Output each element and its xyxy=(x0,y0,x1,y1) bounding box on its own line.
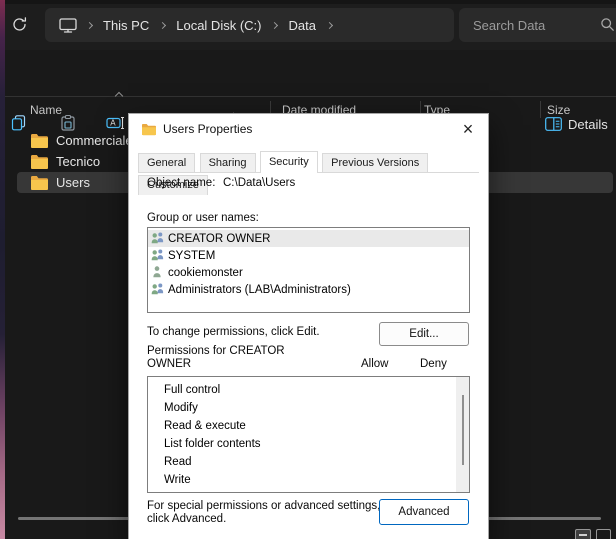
group-name: CREATOR OWNER xyxy=(168,233,270,245)
search-box xyxy=(459,8,616,42)
permission-row-read-execute[interactable]: Read & execute xyxy=(148,417,456,435)
folder-icon xyxy=(141,123,157,141)
dialog-titlebar: Users Properties × xyxy=(129,114,488,146)
permission-row-full-control[interactable]: Full control xyxy=(148,381,456,399)
dialog-title: Users Properties xyxy=(163,122,252,136)
folder-icon xyxy=(30,175,49,190)
file-name: Commerciale xyxy=(56,133,133,148)
user-name: cookiemonster xyxy=(168,267,243,279)
object-name-value: C:\Data\Users xyxy=(223,177,295,189)
permission-row-list-folder-contents[interactable]: List folder contents xyxy=(148,435,456,453)
group-name: Administrators (LAB\Administrators) xyxy=(168,284,351,296)
vertical-scrollbar[interactable] xyxy=(456,377,469,492)
advanced-hint-text: For special permissions or advanced sett… xyxy=(147,500,380,526)
breadcrumb-chevron-icon xyxy=(86,21,93,28)
list-item-administrators[interactable]: Administrators (LAB\Administrators) xyxy=(148,281,469,298)
users-properties-dialog: Users Properties × General Sharing Secur… xyxy=(128,113,489,539)
list-item-cookiemonster[interactable]: cookiemonster xyxy=(148,264,469,281)
breadcrumb-item-this-pc[interactable]: This PC xyxy=(99,18,153,33)
scrollbar-thumb[interactable] xyxy=(462,395,464,465)
address-bar-region: This PC Local Disk (C:) Data xyxy=(5,0,616,50)
group-name: SYSTEM xyxy=(168,250,215,262)
file-name: Users xyxy=(56,175,90,190)
list-item-creator-owner[interactable]: CREATOR OWNER xyxy=(148,230,469,247)
breadcrumb-item-local-disk-c[interactable]: Local Disk (C:) xyxy=(172,18,265,33)
list-item-system[interactable]: SYSTEM xyxy=(148,247,469,264)
user-icon xyxy=(150,265,165,281)
group-icon xyxy=(150,231,165,247)
breadcrumb-item-data[interactable]: Data xyxy=(284,18,319,33)
tab-previous-versions[interactable]: Previous Versions xyxy=(322,153,428,173)
group-icon xyxy=(150,248,165,264)
tab-sharing[interactable]: Sharing xyxy=(200,153,256,173)
refresh-button[interactable] xyxy=(8,16,30,38)
file-name: Tecnico xyxy=(56,154,100,169)
permissions-for-label: Permissions for CREATOR OWNER xyxy=(147,345,285,371)
group-icon xyxy=(150,282,165,298)
column-header-name[interactable]: Name xyxy=(30,103,62,117)
edit-hint-text: To change permissions, click Edit. xyxy=(147,326,320,338)
tab-security[interactable]: Security xyxy=(260,151,318,173)
thumbnail-view-toggle-icon[interactable] xyxy=(596,529,611,539)
search-input[interactable] xyxy=(459,8,589,42)
column-header-size[interactable]: Size xyxy=(547,103,570,117)
edit-button[interactable]: Edit... xyxy=(379,322,469,346)
folder-icon xyxy=(30,133,49,148)
screen: This PC Local Disk (C:) Data xyxy=(0,0,616,539)
object-name-label: Object name: xyxy=(147,177,223,189)
group-user-list: CREATOR OWNER SYSTEM cookiemonster xyxy=(147,227,470,313)
deny-column-header: Deny xyxy=(420,358,447,370)
this-pc-icon xyxy=(58,17,78,34)
folder-icon xyxy=(30,154,49,169)
refresh-icon xyxy=(11,16,28,38)
breadcrumb-chevron-icon xyxy=(159,21,166,28)
titlebar-edge xyxy=(5,0,616,4)
dialog-tabs: General Sharing Security Previous Versio… xyxy=(138,151,479,173)
breadcrumb[interactable]: This PC Local Disk (C:) Data xyxy=(45,8,454,42)
permissions-list: Full control Modify Read & execute List … xyxy=(147,376,470,493)
toolbar: A ↑↓ Sort xyxy=(5,50,616,96)
permission-row-special-permissions[interactable]: Special permissions xyxy=(148,489,456,493)
search-icon xyxy=(600,17,615,37)
security-tab-page: Object name: C:\Data\Users Group or user… xyxy=(129,173,488,539)
allow-column-header: Allow xyxy=(361,358,388,370)
close-icon[interactable]: × xyxy=(457,117,479,141)
permission-row-write[interactable]: Write xyxy=(148,471,456,489)
breadcrumb-chevron-icon xyxy=(271,21,278,28)
advanced-button[interactable]: Advanced xyxy=(379,499,469,525)
breadcrumb-chevron-icon xyxy=(326,21,333,28)
column-divider[interactable] xyxy=(540,101,541,118)
permission-row-modify[interactable]: Modify xyxy=(148,399,456,417)
permission-row-read[interactable]: Read xyxy=(148,453,456,471)
tab-general[interactable]: General xyxy=(138,153,195,173)
group-or-user-names-label: Group or user names: xyxy=(147,212,259,224)
details-view-toggle-icon[interactable] xyxy=(575,529,591,539)
